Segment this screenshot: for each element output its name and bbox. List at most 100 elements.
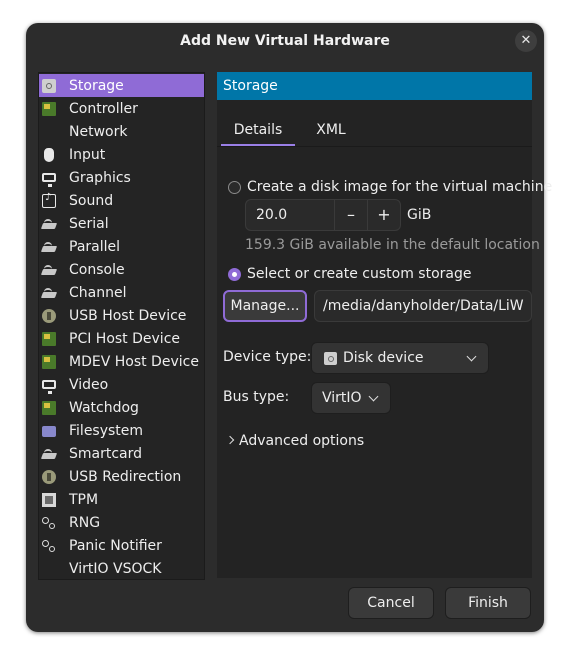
panel-header: Storage bbox=[217, 72, 532, 100]
hardware-item[interactable]: Video bbox=[39, 373, 204, 396]
available-space-text: 159.3 GiB available in the default locat… bbox=[245, 237, 540, 253]
hardware-item-label: Controller bbox=[69, 100, 138, 117]
network-icon bbox=[42, 562, 56, 576]
increment-button[interactable]: + bbox=[368, 200, 400, 230]
hardware-list: Storage Controller Network Input Graphics Sou… bbox=[38, 72, 205, 580]
chevron-down-icon bbox=[466, 351, 477, 362]
tab-divider bbox=[217, 146, 532, 147]
hardware-item-label: Watchdog bbox=[69, 399, 139, 416]
hardware-item-label: Video bbox=[69, 376, 109, 393]
card-icon bbox=[42, 101, 56, 116]
bus-type-dropdown[interactable]: VirtIO bbox=[311, 382, 391, 414]
network-icon bbox=[42, 125, 56, 139]
mouse-icon bbox=[44, 147, 54, 162]
chip-icon bbox=[42, 492, 56, 507]
hardware-item[interactable]: Input bbox=[39, 143, 204, 166]
disk-size-spinner: 20.0 – + bbox=[245, 199, 401, 231]
hardware-item[interactable]: Controller bbox=[39, 97, 204, 120]
decrement-button[interactable]: – bbox=[335, 200, 367, 230]
chevron-down-icon bbox=[368, 391, 379, 402]
hardware-item-label: TPM bbox=[69, 491, 99, 508]
finish-button[interactable]: Finish bbox=[445, 587, 531, 619]
hardware-item[interactable]: RNG bbox=[39, 511, 204, 534]
create-disk-label: Create a disk image for the virtual mach… bbox=[247, 179, 553, 195]
hardware-item[interactable]: Panic Notifier bbox=[39, 534, 204, 557]
advanced-options-label: Advanced options bbox=[239, 433, 365, 449]
card-icon bbox=[42, 400, 56, 415]
hardware-item[interactable]: Sound bbox=[39, 189, 204, 212]
hardware-item-label: Console bbox=[69, 261, 125, 278]
hardware-item-label: USB Redirection bbox=[69, 468, 182, 485]
plug-icon bbox=[42, 447, 56, 461]
hardware-item[interactable]: Smartcard bbox=[39, 442, 204, 465]
hardware-item-label: Channel bbox=[69, 284, 127, 301]
hardware-item-label: RNG bbox=[69, 514, 101, 531]
hardware-item[interactable]: Serial bbox=[39, 212, 204, 235]
hardware-item-label: Filesystem bbox=[69, 422, 144, 439]
details-panel: Storage Details XML Create a disk image … bbox=[217, 72, 552, 578]
plug-icon bbox=[42, 240, 56, 254]
bus-type-value: VirtIO bbox=[322, 390, 362, 406]
plug-icon bbox=[42, 263, 56, 277]
hardware-item-label: USB Host Device bbox=[69, 307, 187, 324]
hardware-item[interactable]: USB Redirection bbox=[39, 465, 204, 488]
chevron-right-icon bbox=[225, 435, 235, 445]
hardware-item[interactable]: Network bbox=[39, 120, 204, 143]
hardware-item[interactable]: TPM bbox=[39, 488, 204, 511]
hardware-item-label: Network bbox=[69, 123, 128, 140]
advanced-options-expander[interactable]: Advanced options bbox=[225, 431, 375, 453]
hardware-item[interactable]: MDEV Host Device bbox=[39, 350, 204, 373]
card-icon bbox=[42, 354, 56, 369]
hardware-item-label: Smartcard bbox=[69, 445, 143, 462]
hardware-item[interactable]: Console bbox=[39, 258, 204, 281]
hardware-item[interactable]: VirtIO VSOCK bbox=[39, 557, 204, 580]
device-type-value: Disk device bbox=[343, 350, 424, 366]
device-type-label: Device type: bbox=[223, 349, 312, 365]
disk-icon bbox=[42, 78, 56, 93]
hardware-item-label: Serial bbox=[69, 215, 109, 232]
hardware-item[interactable]: Watchdog bbox=[39, 396, 204, 419]
add-hardware-dialog: Add New Virtual Hardware ✕ Storage Contro… bbox=[26, 23, 552, 632]
hardware-item-label: Panic Notifier bbox=[69, 537, 162, 554]
hardware-item-label: PCI Host Device bbox=[69, 330, 181, 347]
plug-icon bbox=[42, 286, 56, 300]
hardware-item-label: Storage bbox=[69, 77, 124, 94]
bus-type-label: Bus type: bbox=[223, 389, 290, 405]
disk-icon bbox=[324, 352, 337, 365]
hardware-item[interactable]: Graphics bbox=[39, 166, 204, 189]
card-icon bbox=[42, 331, 56, 346]
create-disk-radio[interactable] bbox=[228, 181, 241, 194]
gears-icon bbox=[42, 516, 56, 530]
hardware-item[interactable]: PCI Host Device bbox=[39, 327, 204, 350]
monitor-icon bbox=[42, 380, 56, 394]
hardware-item[interactable]: USB Host Device bbox=[39, 304, 204, 327]
hardware-item-label: Input bbox=[69, 146, 106, 163]
hardware-item[interactable]: Parallel bbox=[39, 235, 204, 258]
hardware-item[interactable]: Storage bbox=[39, 74, 204, 97]
folder-icon bbox=[42, 426, 56, 437]
usb-icon bbox=[42, 308, 56, 323]
dialog-title: Add New Virtual Hardware bbox=[180, 33, 390, 49]
hardware-item-label: VirtIO VSOCK bbox=[69, 560, 162, 577]
tab-xml[interactable]: XML bbox=[303, 116, 359, 144]
hardware-item-label: Parallel bbox=[69, 238, 121, 255]
cancel-button[interactable]: Cancel bbox=[348, 587, 434, 619]
tab-details[interactable]: Details bbox=[221, 116, 295, 146]
gears-icon bbox=[42, 539, 56, 553]
device-type-dropdown[interactable]: Disk device bbox=[311, 342, 489, 374]
manage-button[interactable]: Manage... bbox=[223, 290, 307, 322]
hardware-item-label: Graphics bbox=[69, 169, 131, 186]
usb-icon bbox=[42, 469, 56, 484]
custom-storage-radio[interactable] bbox=[228, 268, 241, 281]
hardware-item[interactable]: Filesystem bbox=[39, 419, 204, 442]
hardware-item-label: MDEV Host Device bbox=[69, 353, 199, 370]
storage-path-input[interactable]: /media/danyholder/Data/LiW bbox=[314, 290, 532, 322]
custom-storage-label: Select or create custom storage bbox=[247, 266, 472, 282]
hardware-item[interactable]: Channel bbox=[39, 281, 204, 304]
monitor-icon bbox=[42, 173, 56, 187]
close-button[interactable]: ✕ bbox=[515, 30, 537, 52]
hardware-item-label: Sound bbox=[69, 192, 114, 209]
disk-size-value[interactable]: 20.0 bbox=[256, 200, 287, 230]
plug-icon bbox=[42, 217, 56, 231]
size-unit-label: GiB bbox=[407, 207, 432, 223]
